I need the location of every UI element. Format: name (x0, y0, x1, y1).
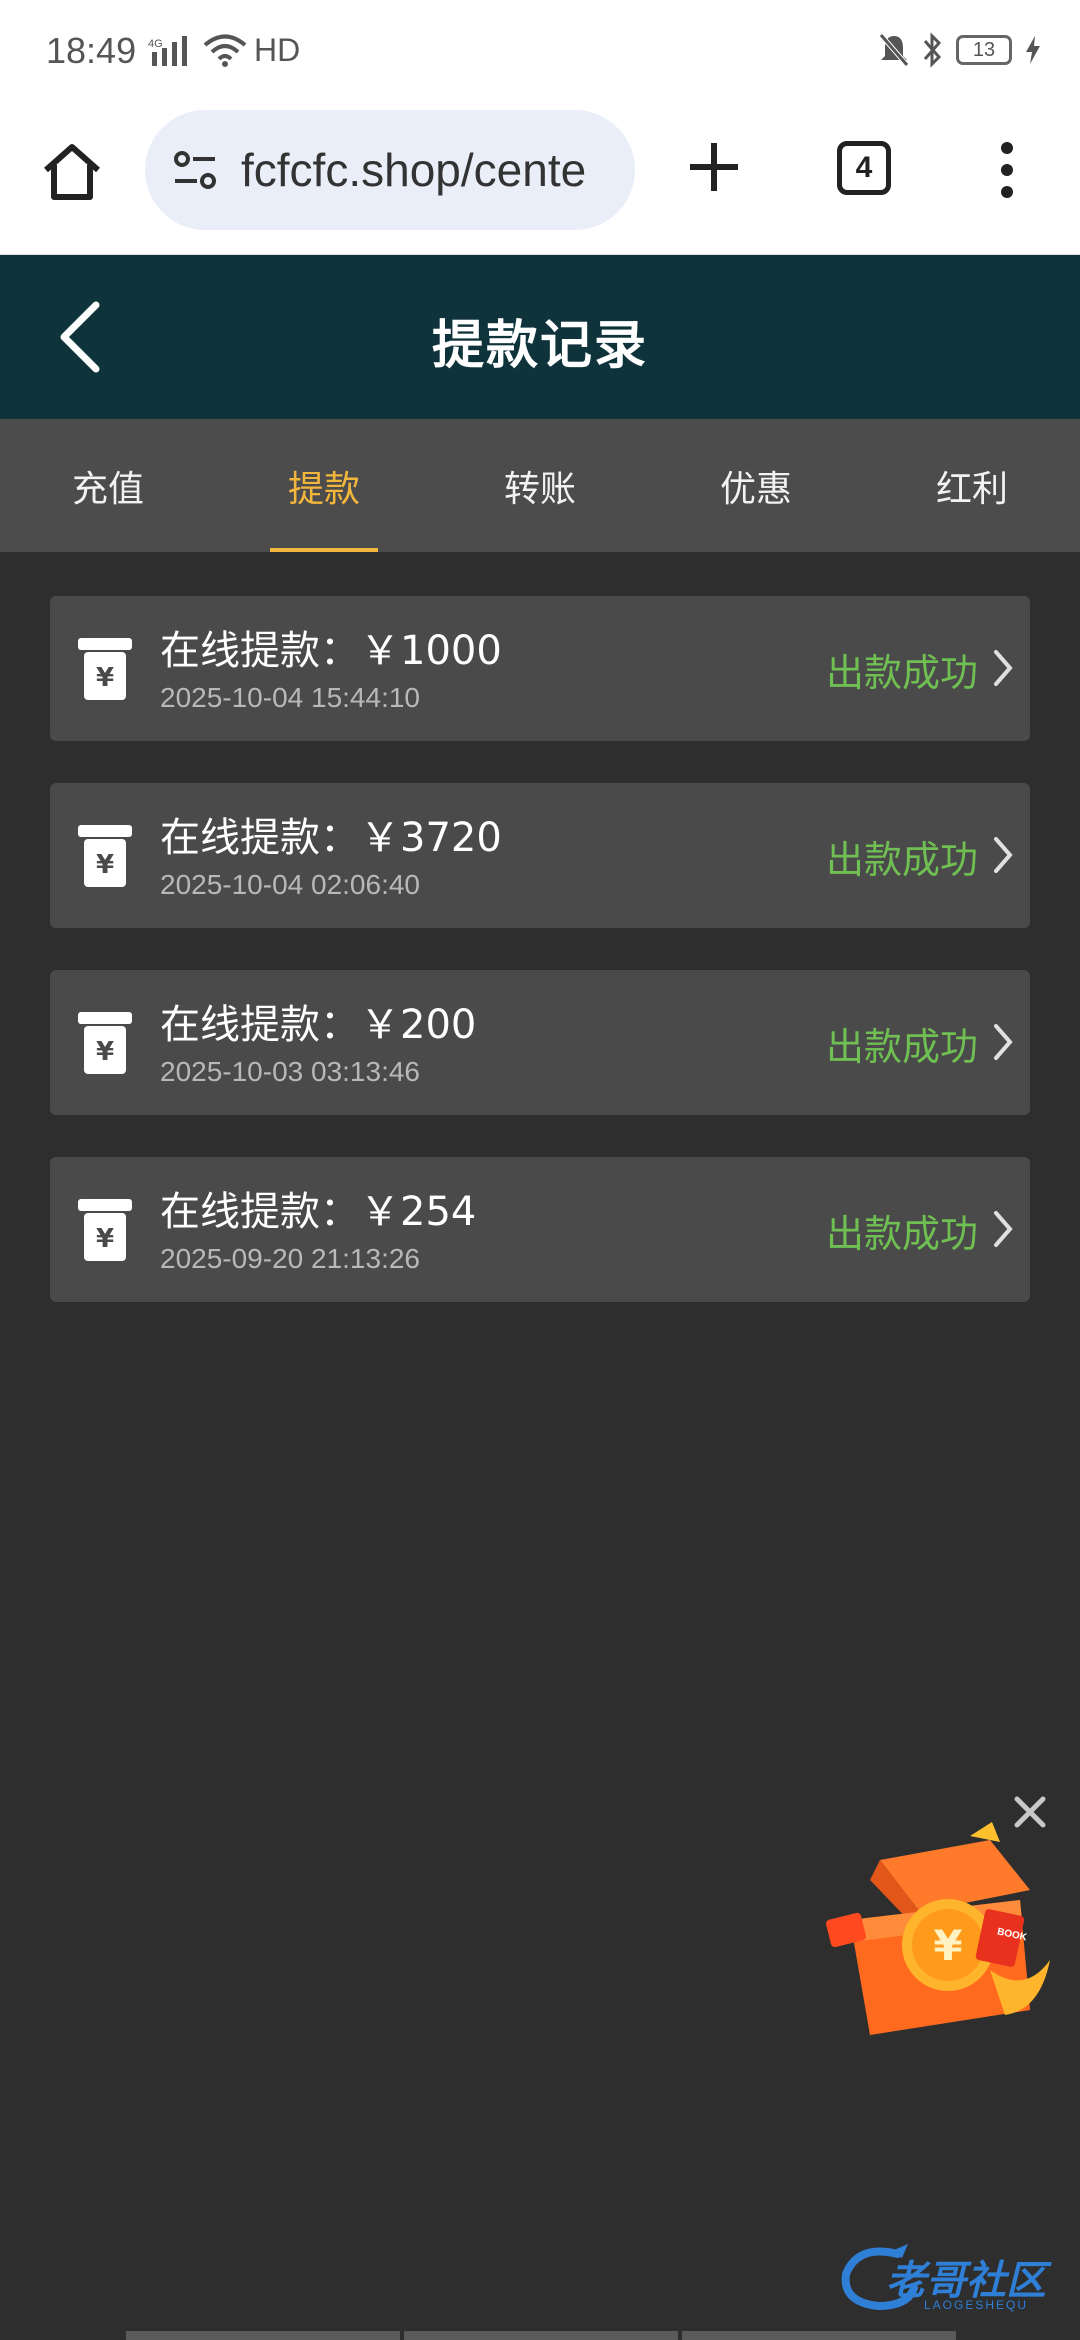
cellular-signal-icon: 4G (148, 36, 187, 66)
record-title: 在线提款：￥254 (160, 1189, 477, 1235)
bell-off-icon (879, 33, 909, 67)
site-settings-icon[interactable] (169, 144, 221, 196)
svg-text:¥: ¥ (933, 1921, 962, 1970)
record-time: 2025-10-04 15:44:10 (160, 682, 420, 713)
app-header: 提款记录 (0, 255, 1080, 419)
more-vert-icon[interactable] (992, 140, 1022, 200)
svg-text:¥: ¥ (96, 1224, 114, 1254)
svg-text:¥: ¥ (96, 1037, 114, 1067)
withdraw-record-item[interactable]: ¥ 在线提款：￥1000 2025-10-04 15:44:10 出款成功 (50, 596, 1030, 741)
url-text[interactable]: fcfcfc.shop/cente (241, 143, 586, 197)
record-time: 2025-10-03 03:13:46 (160, 1056, 420, 1087)
watermark-subtext: LAOGESHEQU (924, 2298, 1029, 2312)
tab-promotion[interactable]: 优惠 (648, 419, 864, 552)
chevron-right-icon (994, 1024, 1013, 1060)
tab-transfer[interactable]: 转账 (432, 419, 648, 552)
chevron-right-icon (994, 650, 1013, 686)
gift-box-icon[interactable]: ¥ BOOK (820, 1820, 1060, 2040)
withdraw-record-item[interactable]: ¥ 在线提款：￥254 2025-09-20 21:13:26 出款成功 (50, 1157, 1030, 1302)
withdraw-record-list: ¥ 在线提款：￥1000 2025-10-04 15:44:10 出款成功 ¥ … (50, 596, 1030, 1344)
status-time: 18:49 (46, 30, 137, 71)
status-bar: 18:49 4G HD 13 (0, 0, 1080, 100)
record-time: 2025-10-04 02:06:40 (160, 869, 420, 900)
tab-withdraw[interactable]: 提款 (216, 419, 432, 552)
bottom-strip-segment (126, 2331, 400, 2340)
address-bar[interactable]: fcfcfc.shop/cente (145, 110, 635, 230)
record-status: 出款成功 (825, 651, 978, 695)
withdraw-yuan-icon: ¥ (78, 1199, 132, 1261)
bottom-strip-segment (404, 2331, 678, 2340)
record-title: 在线提款：￥3720 (160, 815, 502, 861)
svg-text:¥: ¥ (96, 850, 114, 880)
record-time: 2025-09-20 21:13:26 (160, 1243, 420, 1274)
battery-indicator: 13 (956, 35, 1012, 65)
bottom-nav-strip (126, 2331, 956, 2340)
chevron-right-icon (994, 837, 1013, 873)
svg-text:¥: ¥ (96, 663, 114, 693)
withdraw-yuan-icon: ¥ (78, 638, 132, 700)
record-status: 出款成功 (825, 1025, 978, 1069)
plus-icon[interactable] (684, 137, 744, 197)
record-status: 出款成功 (825, 1212, 978, 1256)
charging-icon (1026, 36, 1040, 64)
record-title: 在线提款：￥1000 (160, 628, 502, 674)
record-status: 出款成功 (825, 838, 978, 882)
record-type-tabs: 充值 提款 转账 优惠 红利 (0, 419, 1080, 552)
status-right-group: 13 (878, 32, 1042, 68)
chevron-right-icon (994, 1211, 1013, 1247)
withdraw-yuan-icon: ¥ (78, 825, 132, 887)
network-type-label: 4G (148, 38, 163, 50)
tab-bonus[interactable]: 红利 (864, 419, 1080, 552)
hd-indicator: HD (254, 32, 301, 68)
bottom-strip-segment (682, 2331, 956, 2340)
tab-switcher-icon[interactable]: 4 (837, 141, 891, 195)
withdraw-record-item[interactable]: ¥ 在线提款：￥3720 2025-10-04 02:06:40 出款成功 (50, 783, 1030, 928)
wifi-icon (203, 34, 247, 67)
browser-toolbar: fcfcfc.shop/cente 4 (0, 100, 1080, 255)
record-title: 在线提款：￥200 (160, 1002, 477, 1048)
withdraw-record-item[interactable]: ¥ 在线提款：￥200 2025-10-03 03:13:46 出款成功 (50, 970, 1030, 1115)
withdraw-yuan-icon: ¥ (78, 1012, 132, 1074)
bluetooth-icon (923, 32, 942, 68)
page-title: 提款记录 (431, 316, 648, 376)
tab-deposit[interactable]: 充值 (0, 419, 216, 552)
watermark-logo: 老哥社区 LAOGESHEQU (838, 2240, 1068, 2320)
home-icon[interactable] (40, 140, 104, 204)
